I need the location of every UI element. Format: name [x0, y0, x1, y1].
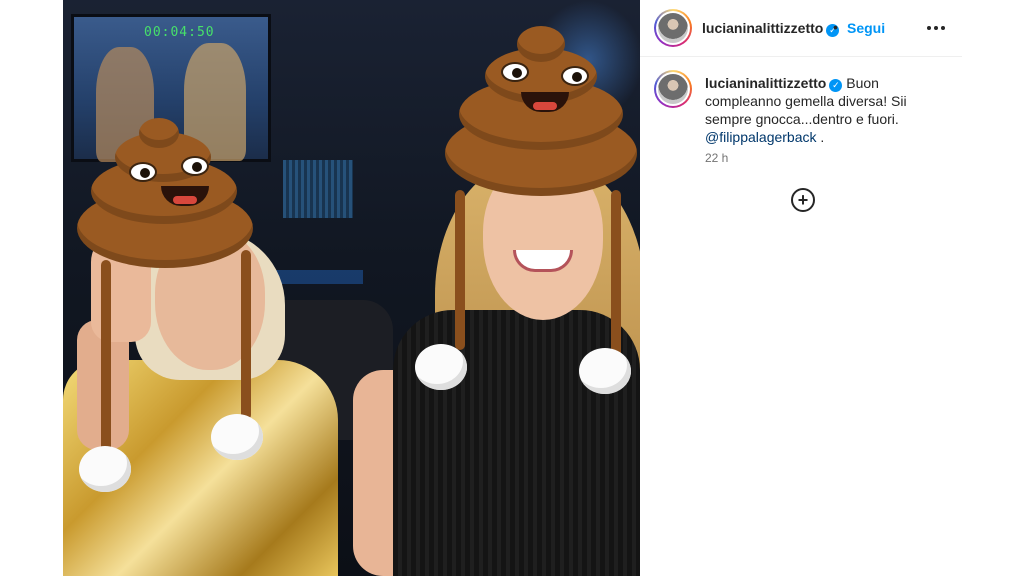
- post-timestamp[interactable]: 22 h: [705, 151, 728, 165]
- header-username[interactable]: lucianinalittizzetto ✓: [702, 20, 840, 37]
- hat-strap-left-1: [101, 260, 111, 460]
- verified-badge-icon: ✓: [829, 79, 843, 92]
- hat-strap-right-1: [455, 190, 465, 350]
- caption-username[interactable]: lucianinalittizzetto: [705, 75, 826, 91]
- follow-button[interactable]: Segui: [847, 20, 885, 36]
- poop-hat-left: [69, 118, 259, 268]
- avatar-image: [658, 74, 688, 104]
- pompom-right-2: [579, 348, 631, 394]
- post-photo[interactable]: 00:04:50: [63, 0, 640, 576]
- avatar[interactable]: [654, 9, 692, 47]
- post-header: lucianinalittizzetto ✓ • Segui: [640, 0, 962, 57]
- plus-glyph: +: [797, 190, 809, 210]
- post-sidebar: lucianinalittizzetto ✓ • Segui lucianinal…: [640, 0, 962, 576]
- poop-hat-right: [441, 26, 640, 196]
- post-caption: lucianinalittizzetto ✓ Buon compleanno ge…: [705, 74, 945, 146]
- avatar-image: [658, 13, 688, 43]
- mention-link[interactable]: @filippalagerback: [705, 129, 817, 145]
- caption-avatar[interactable]: [654, 70, 692, 108]
- more-options-icon[interactable]: [924, 16, 948, 40]
- monitor-clock: 00:04:50: [144, 25, 215, 40]
- pompom-left-2: [211, 414, 263, 460]
- pompom-left-1: [79, 446, 131, 492]
- hat-strap-right-2: [611, 190, 621, 360]
- pompom-right-1: [415, 344, 467, 390]
- header-username-text[interactable]: lucianinalittizzetto: [702, 20, 823, 36]
- stage-light: [283, 160, 353, 218]
- caption-trailing: .: [816, 129, 825, 145]
- plus-circle-icon[interactable]: +: [791, 188, 815, 212]
- hat-strap-left-2: [241, 250, 251, 420]
- separator-dot: •: [833, 19, 838, 35]
